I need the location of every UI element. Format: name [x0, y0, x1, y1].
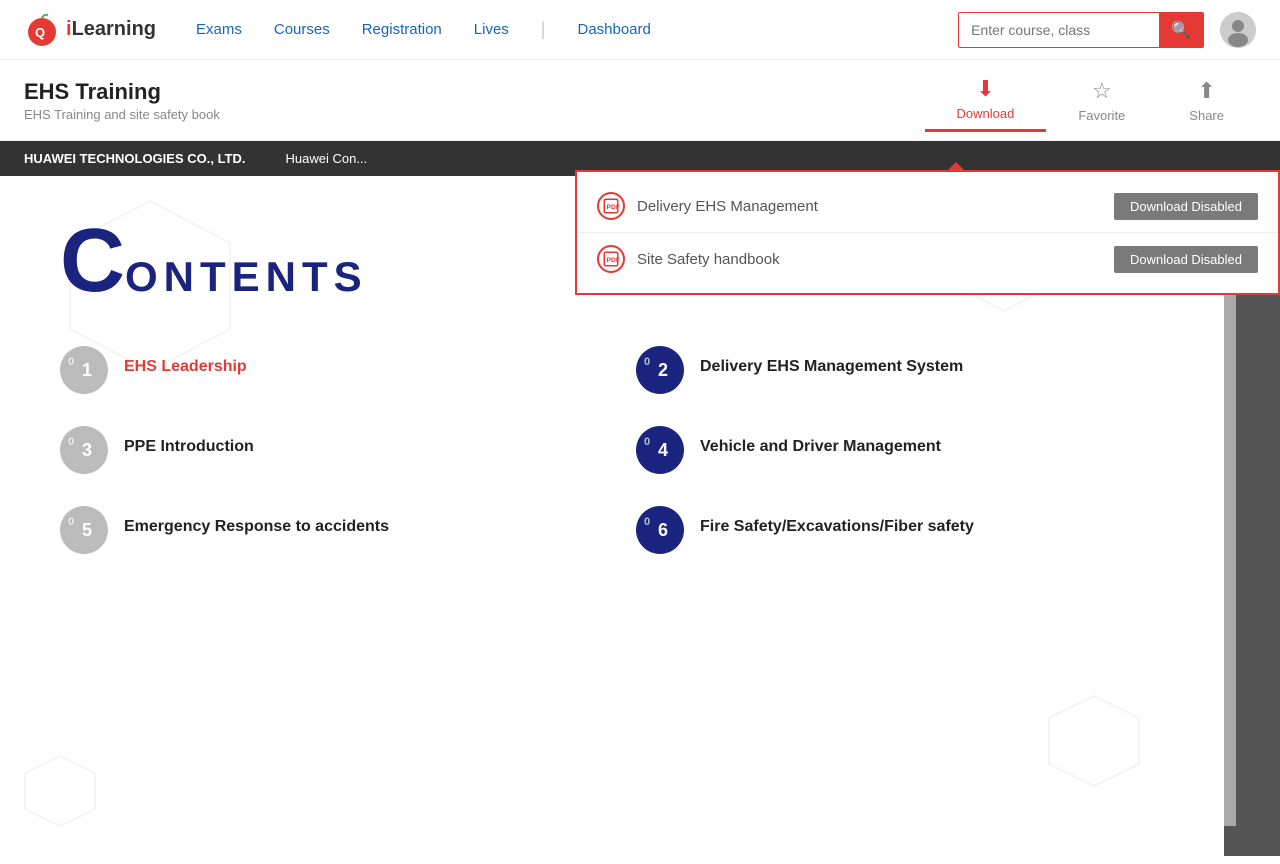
book-title: EHS Training	[24, 79, 925, 105]
favorite-button[interactable]: ☆ Favorite	[1046, 70, 1157, 131]
hex-deco-3	[1044, 691, 1144, 796]
nav-exams[interactable]: Exams	[196, 21, 242, 38]
company-extra: Huawei Con...	[285, 151, 367, 166]
item-number-4: 0 4	[636, 426, 684, 474]
toolbar: EHS Training EHS Training and site safet…	[0, 60, 1280, 141]
item-number-3: 0 3	[60, 426, 108, 474]
svg-text:PDF: PDF	[607, 257, 621, 264]
search-input[interactable]	[959, 16, 1159, 44]
download-item-1: PDF Delivery EHS Management Download Dis…	[577, 180, 1278, 233]
svg-text:PDF: PDF	[607, 204, 621, 211]
download-item-name-1: Delivery EHS Management	[637, 198, 1102, 215]
download-label: Download	[957, 106, 1015, 121]
share-button[interactable]: ⬆ Share	[1157, 70, 1256, 131]
content-item-3: 0 3 PPE Introduction	[60, 426, 588, 474]
download-item-name-2: Site Safety handbook	[637, 251, 1102, 268]
contents-big-c: C	[60, 216, 125, 306]
pdf-icon-1: PDF	[597, 192, 625, 220]
search-button[interactable]: 🔍	[1159, 13, 1203, 47]
main-nav: Exams Courses Registration Lives | Dashb…	[196, 19, 958, 40]
scrollbar-thumb[interactable]	[1224, 826, 1236, 856]
share-label: Share	[1189, 108, 1224, 123]
item-number-2: 0 2	[636, 346, 684, 394]
pdf-icon-2: PDF	[597, 245, 625, 273]
item-text-2: Delivery EHS Management System	[700, 346, 963, 378]
download-disabled-btn-2[interactable]: Download Disabled	[1114, 246, 1258, 273]
toolbar-actions: ⬇ Download ☆ Favorite ⬆ Share	[925, 68, 1257, 132]
share-icon: ⬆	[1197, 78, 1215, 104]
contents-rest: ONTENTS	[125, 253, 368, 300]
item-number-6: 0 6	[636, 506, 684, 554]
content-item-6: 0 6 Fire Safety/Excavations/Fiber safety	[636, 506, 1164, 554]
nav-dashboard[interactable]: Dashboard	[577, 21, 650, 38]
avatar	[1220, 12, 1256, 48]
download-icon: ⬇	[976, 76, 994, 102]
download-button[interactable]: ⬇ Download	[925, 68, 1047, 132]
search-area: 🔍	[958, 12, 1204, 48]
download-disabled-btn-1[interactable]: Download Disabled	[1114, 193, 1258, 220]
nav-registration[interactable]: Registration	[362, 21, 442, 38]
item-text-4: Vehicle and Driver Management	[700, 426, 941, 458]
item-number-5: 0 5	[60, 506, 108, 554]
content-item-5: 0 5 Emergency Response to accidents	[60, 506, 588, 554]
item-text-3: PPE Introduction	[124, 426, 254, 458]
book-info: EHS Training EHS Training and site safet…	[24, 79, 925, 122]
favorite-label: Favorite	[1078, 108, 1125, 123]
download-item-2: PDF Site Safety handbook Download Disabl…	[577, 233, 1278, 285]
star-icon: ☆	[1092, 78, 1112, 104]
nav-divider: |	[541, 19, 546, 40]
dropdown-arrow	[946, 162, 966, 172]
nav-courses[interactable]: Courses	[274, 21, 330, 38]
svg-text:Q: Q	[35, 25, 45, 40]
logo-text: iLearning	[66, 18, 156, 41]
content-item-4: 0 4 Vehicle and Driver Management	[636, 426, 1164, 474]
content-item-2: 0 2 Delivery EHS Management System	[636, 346, 1164, 394]
header: Q iLearning Exams Courses Registration L…	[0, 0, 1280, 60]
item-number-1: 0 1	[60, 346, 108, 394]
book-subtitle: EHS Training and site safety book	[24, 107, 925, 122]
item-text-6: Fire Safety/Excavations/Fiber safety	[700, 506, 974, 538]
download-dropdown: PDF Delivery EHS Management Download Dis…	[575, 170, 1280, 295]
search-icon: 🔍	[1171, 22, 1191, 39]
item-text-5: Emergency Response to accidents	[124, 506, 389, 538]
company-name: HUAWEI TECHNOLOGIES CO., LTD.	[24, 151, 245, 166]
nav-lives[interactable]: Lives	[474, 21, 509, 38]
hex-deco-4	[20, 751, 100, 836]
logo[interactable]: Q iLearning	[24, 12, 156, 48]
